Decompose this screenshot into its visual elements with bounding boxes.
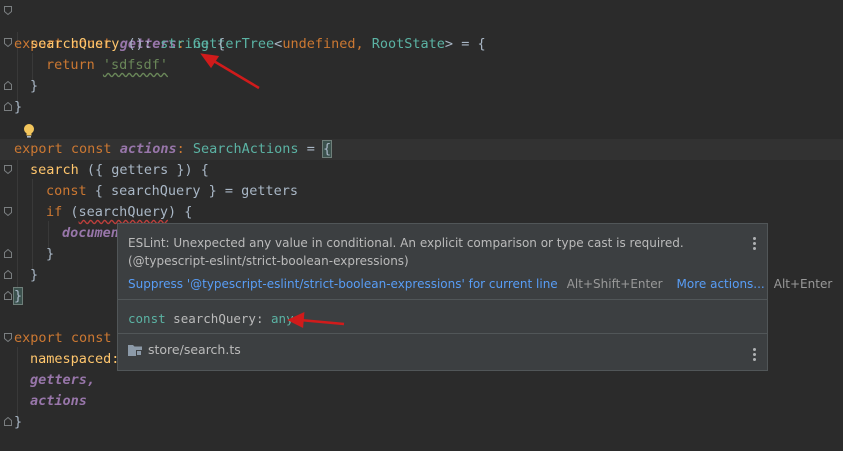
code-line: } xyxy=(14,414,23,430)
fold-open-icon[interactable] xyxy=(4,38,12,47)
code-line: } xyxy=(14,99,23,115)
code-line: } xyxy=(12,287,24,305)
code-line: export const getters: GetterTree<undefin… xyxy=(14,36,486,52)
quick-fix-actions: Suppress '@typescript-eslint/strict-bool… xyxy=(128,276,843,292)
fold-gutter xyxy=(0,0,14,451)
suppress-link[interactable]: Suppress '@typescript-eslint/strict-bool… xyxy=(128,277,558,291)
fold-close-icon[interactable] xyxy=(4,102,12,111)
divider xyxy=(118,299,767,300)
code-line: if (searchQuery) { xyxy=(46,204,193,220)
matched-brace: { xyxy=(321,140,333,158)
inspection-popup: ESLint: Unexpected any value in conditio… xyxy=(117,223,832,371)
more-vertical-icon[interactable] xyxy=(753,348,757,363)
code-line: const { searchQuery } = getters xyxy=(46,183,298,199)
lightbulb-icon[interactable] xyxy=(22,123,36,139)
more-actions-shortcut: Alt+Enter xyxy=(773,277,833,291)
folder-icon xyxy=(128,344,142,356)
file-path: store/search.ts xyxy=(148,342,241,357)
fold-close-icon[interactable] xyxy=(4,270,12,279)
divider xyxy=(118,333,767,334)
suppress-shortcut: Alt+Shift+Enter xyxy=(566,277,663,291)
code-line: namespaced: xyxy=(30,351,120,367)
fold-close-icon[interactable] xyxy=(4,249,12,258)
fold-open-icon[interactable] xyxy=(4,6,12,15)
code-line-current: export const actions: SearchActions = { xyxy=(0,139,843,160)
fold-close-icon[interactable] xyxy=(4,81,12,90)
fold-open-icon[interactable] xyxy=(4,165,12,174)
fold-open-icon[interactable] xyxy=(4,333,12,342)
fold-open-icon[interactable] xyxy=(4,207,12,216)
code-line: export const xyxy=(14,330,112,346)
problem-section: ESLint: Unexpected any value in conditio… xyxy=(118,224,832,299)
code-line: documen xyxy=(62,225,119,241)
code-line: getters, xyxy=(30,372,96,388)
indent-guide xyxy=(17,158,18,298)
code-line: searchQuery (): string { xyxy=(30,36,226,52)
file-reference[interactable]: store/search.ts xyxy=(128,342,241,357)
type-signature: const searchQuery: any xyxy=(128,311,294,326)
more-actions-link[interactable]: More actions... xyxy=(677,277,765,291)
code-line: } xyxy=(30,267,39,283)
code-line: return 'sdfsdf' xyxy=(46,57,168,73)
code-line: search ({ getters }) { xyxy=(30,162,209,178)
code-line: } xyxy=(30,78,39,94)
more-vertical-icon[interactable] xyxy=(753,237,757,252)
code-line: actions xyxy=(30,393,87,409)
fold-close-icon[interactable] xyxy=(4,417,12,426)
eslint-message: ESLint: Unexpected any value in conditio… xyxy=(128,236,684,268)
code-line: } xyxy=(46,246,55,262)
fold-close-icon[interactable] xyxy=(4,291,12,300)
indent-guide xyxy=(32,179,33,271)
